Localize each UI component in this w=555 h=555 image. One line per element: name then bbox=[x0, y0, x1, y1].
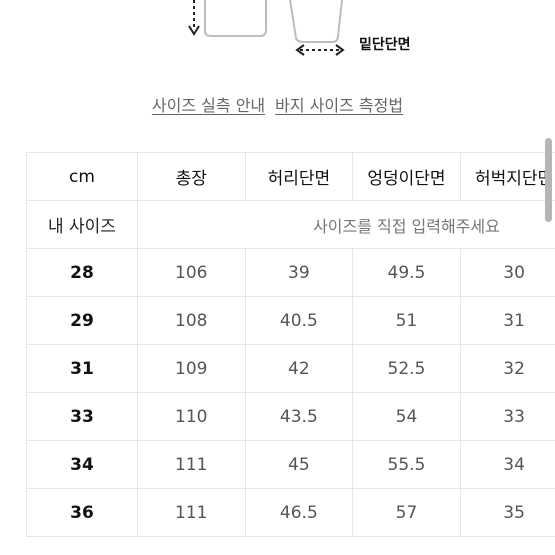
header-waist: 허리단면 bbox=[244, 152, 354, 201]
hip-cell: 51 bbox=[352, 296, 461, 345]
hip-cell: 52.5 bbox=[352, 344, 461, 393]
scrollbar-thumb[interactable] bbox=[545, 138, 552, 222]
hem-width-label: 밑단단면 bbox=[359, 37, 411, 53]
thigh-cell: 30 bbox=[459, 248, 555, 297]
my-size-label: 내 사이즈 bbox=[26, 200, 138, 249]
hip-cell: 55.5 bbox=[352, 440, 461, 489]
thigh-cell: 32 bbox=[459, 344, 555, 393]
pants-measurement-diagram bbox=[188, 0, 345, 56]
table-row: 33 110 43.5 54 33 2 bbox=[26, 392, 555, 441]
hip-cell: 57 bbox=[352, 488, 461, 537]
hip-cell: 54 bbox=[352, 392, 461, 441]
waist-cell: 40.5 bbox=[244, 296, 354, 345]
total-length-cell: 108 bbox=[136, 296, 246, 345]
thigh-cell: 31 bbox=[459, 296, 555, 345]
total-length-cell: 109 bbox=[136, 344, 246, 393]
size-table-container[interactable]: cm 총장 허리단면 엉덩이단면 허벅지단면 밑 내 사이즈 사이즈를 직접 입… bbox=[26, 152, 555, 555]
size-cell: 29 bbox=[26, 296, 138, 345]
size-cell: 31 bbox=[26, 344, 138, 393]
total-length-cell: 111 bbox=[136, 440, 246, 489]
total-length-cell: 110 bbox=[136, 392, 246, 441]
table-row: 36 111 46.5 57 35 2 bbox=[26, 488, 555, 537]
guide-links: 사이즈 실측 안내 바지 사이즈 측정법 bbox=[0, 92, 555, 116]
thigh-cell: 33 bbox=[459, 392, 555, 441]
waist-cell: 43.5 bbox=[244, 392, 354, 441]
thigh-cell: 35 bbox=[459, 488, 555, 537]
size-cell: 34 bbox=[26, 440, 138, 489]
table-row: 34 111 45 55.5 34 2 bbox=[26, 440, 555, 489]
size-table: cm 총장 허리단면 엉덩이단면 허벅지단면 밑 내 사이즈 사이즈를 직접 입… bbox=[26, 152, 555, 537]
table-row: 31 109 42 52.5 32 2 bbox=[26, 344, 555, 393]
size-cell: 36 bbox=[26, 488, 138, 537]
my-size-row: 내 사이즈 사이즈를 직접 입력해주세요 bbox=[26, 200, 555, 249]
my-size-hint: 사이즈를 직접 입력해주세요 bbox=[313, 216, 500, 236]
waist-cell: 46.5 bbox=[244, 488, 354, 537]
header-unit: cm bbox=[26, 152, 138, 201]
size-guide-link[interactable]: 사이즈 실측 안내 bbox=[152, 96, 265, 115]
header-hip: 엉덩이단면 bbox=[352, 152, 461, 201]
table-row: 29 108 40.5 51 31 2 bbox=[26, 296, 555, 345]
waist-cell: 39 bbox=[244, 248, 354, 297]
size-cell: 28 bbox=[26, 248, 138, 297]
header-thigh: 허벅지단면 bbox=[459, 152, 555, 201]
thigh-cell: 34 bbox=[459, 440, 555, 489]
hip-cell: 49.5 bbox=[352, 248, 461, 297]
total-length-cell: 106 bbox=[136, 248, 246, 297]
total-length-cell: 111 bbox=[136, 488, 246, 537]
waist-cell: 45 bbox=[244, 440, 354, 489]
waist-cell: 42 bbox=[244, 344, 354, 393]
header-row: cm 총장 허리단면 엉덩이단면 허벅지단면 밑 bbox=[26, 152, 555, 201]
my-size-input[interactable]: 사이즈를 직접 입력해주세요 bbox=[136, 200, 555, 249]
table-row: 28 106 39 49.5 30 2 bbox=[26, 248, 555, 297]
size-cell: 33 bbox=[26, 392, 138, 441]
pants-measure-link[interactable]: 바지 사이즈 측정법 bbox=[275, 96, 403, 115]
header-total-length: 총장 bbox=[136, 152, 246, 201]
